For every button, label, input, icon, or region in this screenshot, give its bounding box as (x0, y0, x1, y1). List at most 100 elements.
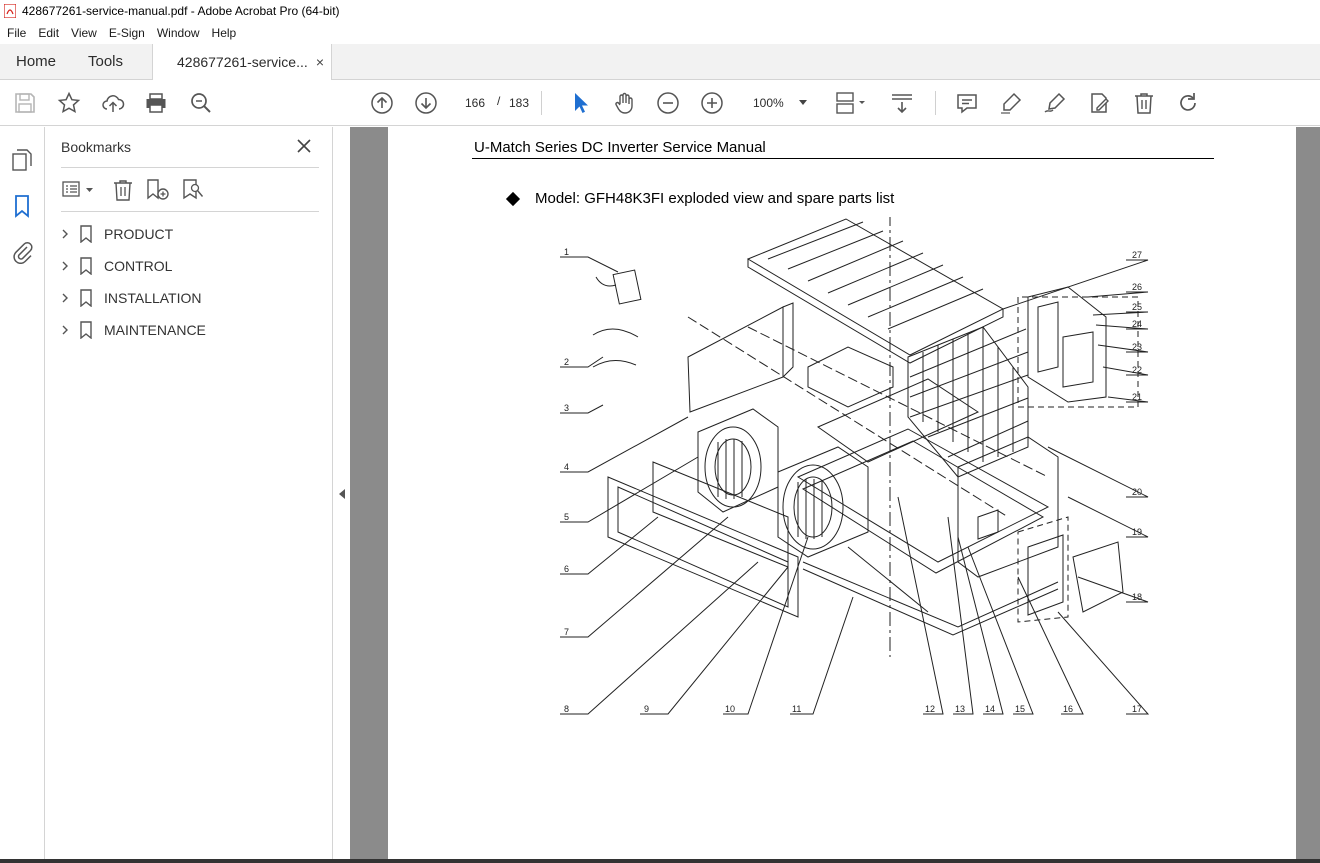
zoom-out-icon[interactable] (656, 91, 680, 115)
delete-bookmark-icon[interactable] (111, 177, 135, 203)
status-strip (0, 859, 1320, 863)
document-view[interactable]: U-Match Series DC Inverter Service Manua… (350, 127, 1320, 863)
bookmark-maintenance[interactable]: MAINTENANCE (59, 317, 206, 343)
tab-document-label: 428677261-service... (177, 54, 308, 70)
menu-file[interactable]: File (2, 26, 31, 40)
bookmark-control[interactable]: CONTROL (59, 253, 172, 279)
bookmark-search-icon[interactable] (181, 177, 207, 203)
page-total: 183 (509, 96, 530, 110)
callout-7: 7 (564, 627, 569, 637)
next-page-icon[interactable] (414, 91, 438, 115)
callout-27: 27 (1132, 250, 1142, 260)
tab-home[interactable]: Home (16, 44, 56, 80)
chevron-right-icon[interactable] (59, 260, 71, 272)
bullet-diamond-icon (505, 191, 521, 206)
scroll-mode-icon[interactable] (890, 91, 914, 115)
page-thumbnails-icon[interactable] (10, 148, 34, 172)
menu-help[interactable]: Help (207, 26, 242, 40)
callout-16: 16 (1063, 704, 1073, 714)
callout-15: 15 (1015, 704, 1025, 714)
callout-20: 20 (1132, 487, 1142, 497)
zoom-value: 100% (753, 96, 784, 110)
zoom-in-icon[interactable] (700, 91, 724, 115)
pdf-page: U-Match Series DC Inverter Service Manua… (388, 127, 1296, 863)
close-tab-icon[interactable]: × (316, 44, 324, 80)
tab-bar: Home Tools 428677261-service... × (0, 44, 1320, 81)
bookmark-product[interactable]: PRODUCT (59, 221, 173, 247)
window-title: 428677261-service-manual.pdf - Adobe Acr… (22, 4, 340, 18)
callout-3: 3 (564, 403, 569, 413)
bookmark-options-icon[interactable] (61, 177, 97, 203)
sign-pen-icon[interactable] (1043, 91, 1067, 115)
comment-icon[interactable] (955, 91, 979, 115)
bookmark-icon (80, 321, 92, 339)
callout-10: 10 (725, 704, 735, 714)
cloud-upload-icon[interactable] (101, 91, 125, 115)
page-number-input[interactable]: 166 (456, 91, 494, 115)
bookmark-icon (80, 289, 92, 307)
save-icon[interactable] (13, 91, 37, 115)
bookmark-installation[interactable]: INSTALLATION (59, 285, 202, 311)
header-rule (472, 158, 1214, 159)
tab-document[interactable]: 428677261-service... × (152, 44, 332, 81)
callout-8: 8 (564, 704, 569, 714)
menu-bar: File Edit View E-Sign Window Help (0, 22, 1320, 44)
callout-18: 18 (1132, 592, 1142, 602)
hand-tool-icon[interactable] (612, 91, 636, 115)
print-icon[interactable] (144, 91, 168, 115)
chevron-right-icon[interactable] (59, 228, 71, 240)
callout-11: 11 (792, 704, 801, 714)
delete-icon[interactable] (1132, 91, 1156, 115)
callout-2: 2 (564, 357, 569, 367)
callout-1: 1 (564, 247, 569, 257)
chevron-right-icon[interactable] (59, 292, 71, 304)
search-icon[interactable] (189, 91, 213, 115)
callout-9: 9 (644, 704, 649, 714)
navigation-rail (0, 127, 45, 863)
bookmarks-panel: Bookmarks PRODUCT CONTROL INSTALLATION M… (45, 127, 333, 863)
callout-12: 12 (925, 704, 935, 714)
exploded-view-drawing: 1 2 3 4 5 6 7 8 9 10 11 12 13 14 15 16 1… (560, 217, 1150, 715)
page-separator: / (497, 94, 501, 108)
bookmarks-title: Bookmarks (61, 139, 132, 155)
bookmark-label: INSTALLATION (104, 290, 202, 306)
select-cursor-icon[interactable] (568, 91, 592, 115)
menu-esign[interactable]: E-Sign (104, 26, 150, 40)
page-layout-icon[interactable] (834, 91, 868, 115)
menu-edit[interactable]: Edit (33, 26, 64, 40)
callout-5: 5 (564, 512, 569, 522)
callout-19: 19 (1132, 527, 1142, 537)
toolbar-divider (935, 91, 936, 115)
rotate-icon[interactable] (1176, 91, 1200, 115)
callout-6: 6 (564, 564, 569, 574)
callout-17: 17 (1132, 704, 1142, 714)
chevron-right-icon[interactable] (59, 324, 71, 336)
model-heading: Model: GFH48K3FI exploded view and spare… (505, 190, 894, 207)
highlight-pen-icon[interactable] (999, 91, 1023, 115)
bookmarks-panel-icon[interactable] (10, 194, 34, 218)
acrobat-icon (4, 4, 16, 18)
tab-tools[interactable]: Tools (88, 44, 123, 80)
attachment-icon[interactable] (10, 240, 34, 264)
new-bookmark-icon[interactable] (145, 177, 171, 203)
bookmark-label: CONTROL (104, 258, 173, 274)
previous-page-icon[interactable] (370, 91, 394, 115)
collapse-panel-icon[interactable] (339, 489, 345, 499)
zoom-select[interactable]: 100% (745, 91, 815, 115)
callout-23: 23 (1132, 342, 1142, 352)
bookmark-icon (80, 257, 92, 275)
menu-window[interactable]: Window (152, 26, 205, 40)
bookmark-label: PRODUCT (104, 226, 174, 242)
edit-pdf-icon[interactable] (1087, 91, 1111, 115)
menu-view[interactable]: View (66, 26, 102, 40)
panel-splitter[interactable] (333, 127, 350, 863)
toolbar (0, 80, 1320, 126)
callout-14: 14 (985, 704, 995, 714)
bookmark-star-icon[interactable] (57, 91, 81, 115)
close-icon[interactable] (295, 137, 313, 155)
bookmark-label: MAINTENANCE (104, 322, 206, 338)
panel-divider (61, 167, 319, 168)
chevron-down-icon (799, 100, 807, 105)
callout-26: 26 (1132, 282, 1142, 292)
callout-25: 25 (1132, 302, 1142, 312)
